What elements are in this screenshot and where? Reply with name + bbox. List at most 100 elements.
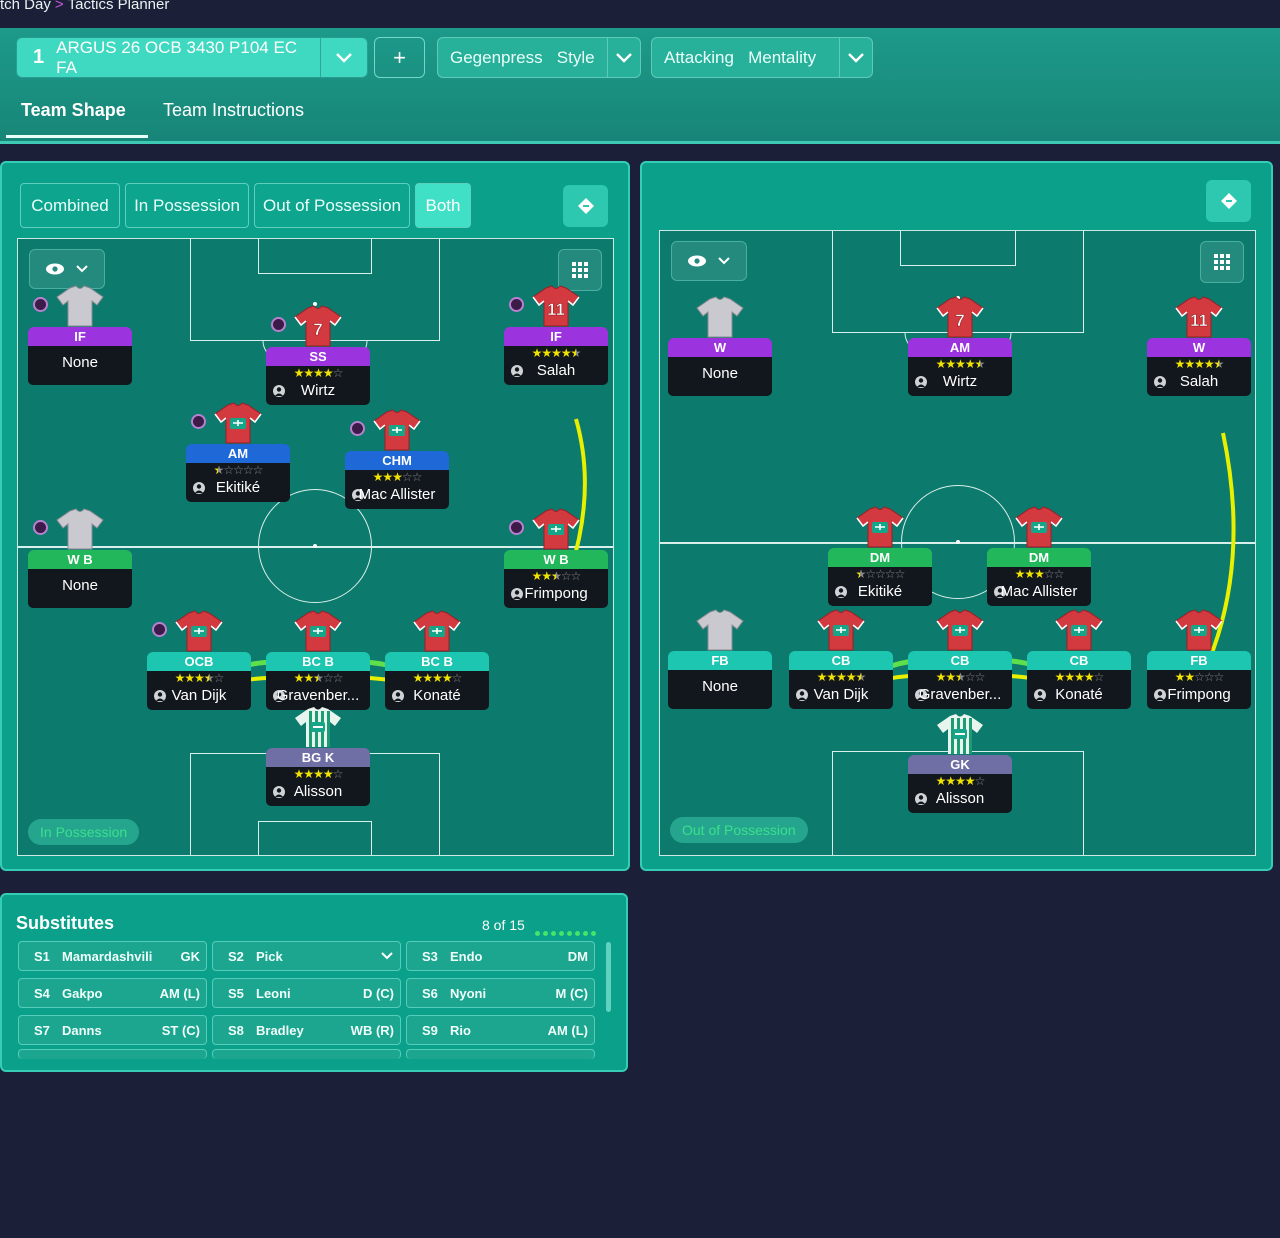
player-instruction-icon[interactable] bbox=[33, 520, 48, 535]
player-shirt-icon[interactable] bbox=[1174, 609, 1224, 651]
tactic-selector[interactable]: 1 ARGUS 26 OCB 3430 P104 EC FA bbox=[16, 37, 368, 78]
chevron-down-icon[interactable] bbox=[607, 38, 640, 77]
player-card[interactable]: CB★★★★★★ Van Dijk bbox=[789, 651, 893, 709]
player-instruction-icon[interactable] bbox=[152, 622, 167, 637]
player-card-body: ★★★☆☆ Mac Allister bbox=[987, 567, 1091, 606]
player-card[interactable]: IF★★★★★★ Salah bbox=[504, 327, 608, 385]
substitute-slot[interactable]: S2 Pick bbox=[212, 941, 401, 971]
player-shirt-icon[interactable]: 11 bbox=[531, 285, 581, 327]
player-instruction-icon[interactable] bbox=[350, 421, 365, 436]
player-card[interactable]: IF None bbox=[28, 327, 132, 385]
player-instruction-icon[interactable] bbox=[271, 317, 286, 332]
player-card[interactable]: FB ★★☆☆☆ Frimpong bbox=[1147, 651, 1251, 709]
player-shirt-icon[interactable] bbox=[935, 609, 985, 651]
player-shirt-icon[interactable] bbox=[935, 713, 985, 755]
player-shirt-icon[interactable] bbox=[412, 610, 462, 652]
chevron-down-icon[interactable] bbox=[320, 38, 367, 77]
pitch-out-of-possession: Out of Possession WNone7AM★★★★★★Wirtz11W… bbox=[659, 230, 1256, 856]
substitute-slot[interactable]: S7 Danns ST (C) bbox=[18, 1015, 207, 1045]
player-rating-stars: ★★☆☆☆☆ bbox=[855, 567, 906, 581]
player-shirt-icon[interactable] bbox=[855, 506, 905, 548]
player-card[interactable]: BC B★★★★☆☆ Gravenber... bbox=[266, 652, 370, 710]
substitute-slot[interactable]: S8 Bradley WB (R) bbox=[212, 1015, 401, 1045]
tab-team-instructions[interactable]: Team Instructions bbox=[163, 100, 304, 121]
player-shirt-icon[interactable] bbox=[213, 402, 263, 444]
player-shirt-icon[interactable] bbox=[293, 706, 343, 748]
add-tactic-button[interactable]: + bbox=[374, 37, 425, 78]
player-shirt-icon[interactable] bbox=[531, 508, 581, 550]
substitute-slot[interactable]: S4 Gakpo AM (L) bbox=[18, 978, 207, 1008]
substitute-slot[interactable]: S5 Leoni D (C) bbox=[212, 978, 401, 1008]
player-card[interactable]: OCB★★★★★☆ Van Dijk bbox=[147, 652, 251, 710]
player-shirt-icon[interactable]: 11 bbox=[1174, 296, 1224, 338]
player-card[interactable]: CB ★★★★☆ Konaté bbox=[1027, 651, 1131, 709]
player-shirt-icon[interactable]: 7 bbox=[935, 296, 985, 338]
empty-shirt-icon[interactable] bbox=[55, 508, 105, 550]
substitute-name: Pick bbox=[256, 948, 283, 964]
player-card[interactable]: W B★★★★☆☆ Frimpong bbox=[504, 550, 608, 608]
substitute-slot[interactable]: S9 Rio AM (L) bbox=[406, 1015, 595, 1045]
view-mode-in-possession[interactable]: In Possession bbox=[125, 183, 249, 228]
breadcrumb-tactics-planner[interactable]: Tactics Planner bbox=[68, 0, 170, 13]
player-card[interactable]: FB None bbox=[668, 651, 772, 709]
view-mode-combined[interactable]: Combined bbox=[20, 183, 120, 228]
player-shirt-icon[interactable] bbox=[372, 409, 422, 451]
visibility-toggle[interactable] bbox=[29, 249, 105, 289]
eye-icon bbox=[688, 255, 706, 267]
player-instruction-icon[interactable] bbox=[191, 414, 206, 429]
substitute-position: GK bbox=[180, 948, 201, 964]
substitutes-scrollbar[interactable] bbox=[606, 942, 611, 1012]
player-shirt-icon[interactable] bbox=[293, 610, 343, 652]
player-card[interactable]: GK ★★★★☆ Alisson bbox=[908, 755, 1012, 813]
player-instruction-icon[interactable] bbox=[509, 520, 524, 535]
player-card[interactable]: W B None bbox=[28, 550, 132, 608]
player-name: Wirtz bbox=[300, 382, 336, 399]
player-card[interactable]: CHM ★★★☆☆ Mac Allister bbox=[345, 451, 449, 509]
empty-shirt-icon[interactable] bbox=[695, 296, 745, 338]
player-card-body: None bbox=[28, 346, 132, 385]
phase-label-in-possession: In Possession bbox=[28, 819, 140, 845]
player-card[interactable]: BC B ★★★★☆ Konaté bbox=[385, 652, 489, 710]
player-card-body: ★★★★☆ Alisson bbox=[266, 767, 370, 806]
empty-shirt-icon[interactable] bbox=[695, 609, 745, 651]
player-card[interactable]: DM★★☆☆☆☆ Ekitiké bbox=[828, 548, 932, 606]
player-role: W bbox=[1147, 338, 1251, 357]
player-card[interactable]: AM★★☆☆☆☆ Ekitiké bbox=[186, 444, 290, 502]
breadcrumb-match-day[interactable]: tch Day bbox=[0, 0, 51, 13]
player-card-body: None bbox=[668, 670, 772, 709]
substitute-slot[interactable]: S3 Endo DM bbox=[406, 941, 595, 971]
grid-icon[interactable] bbox=[1200, 241, 1244, 283]
tab-team-shape[interactable]: Team Shape bbox=[21, 100, 126, 121]
player-shirt-icon[interactable] bbox=[1014, 506, 1064, 548]
substitute-slot[interactable]: S6 Nyoni M (C) bbox=[406, 978, 595, 1008]
player-shirt-icon[interactable] bbox=[174, 610, 224, 652]
mentality-dropdown[interactable]: Attacking Mentality bbox=[651, 37, 873, 78]
player-card[interactable]: DM ★★★☆☆ Mac Allister bbox=[987, 548, 1091, 606]
player-role: OCB bbox=[147, 652, 251, 671]
visibility-toggle[interactable] bbox=[671, 241, 747, 281]
style-dropdown[interactable]: Gegenpress Style bbox=[437, 37, 641, 78]
empty-shirt-icon[interactable] bbox=[55, 285, 105, 327]
player-instruction-icon[interactable] bbox=[509, 297, 524, 312]
chevron-down-icon[interactable] bbox=[839, 38, 872, 77]
player-card-body: ★★★★☆ Alisson bbox=[908, 774, 1012, 813]
diamond-icon[interactable] bbox=[563, 185, 608, 227]
player-role: W B bbox=[504, 550, 608, 569]
substitute-id: S3 bbox=[422, 948, 438, 964]
chevron-down-icon[interactable] bbox=[380, 949, 394, 964]
player-card[interactable]: W None bbox=[668, 338, 772, 396]
player-shirt-icon[interactable] bbox=[816, 609, 866, 651]
player-card[interactable]: SS ★★★★☆ Wirtz bbox=[266, 347, 370, 405]
player-shirt-icon[interactable] bbox=[1054, 609, 1104, 651]
filled-slot-pip bbox=[535, 931, 540, 936]
diamond-icon[interactable] bbox=[1206, 180, 1251, 222]
player-instruction-icon[interactable] bbox=[33, 297, 48, 312]
player-card[interactable]: BG K ★★★★☆ Alisson bbox=[266, 748, 370, 806]
view-mode-both[interactable]: Both bbox=[415, 183, 471, 228]
substitute-slot[interactable]: S1 Mamardashvili GK bbox=[18, 941, 207, 971]
player-card[interactable]: AM★★★★★★ Wirtz bbox=[908, 338, 1012, 396]
player-shirt-icon[interactable]: 7 bbox=[293, 305, 343, 347]
view-mode-out-of-possession[interactable]: Out of Possession bbox=[254, 183, 410, 228]
player-card[interactable]: CB★★★★☆☆ Gravenber... bbox=[908, 651, 1012, 709]
player-card[interactable]: W★★★★★★ Salah bbox=[1147, 338, 1251, 396]
